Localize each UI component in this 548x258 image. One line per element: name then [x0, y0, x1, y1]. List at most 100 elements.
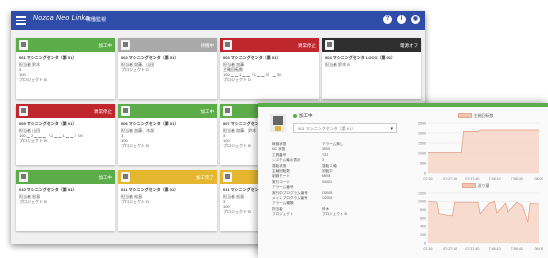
machine-name: 011 マシニングセンタ（第 01）	[121, 187, 179, 192]
feed-rate-chart: 送り量 0 200 400 600 800 1000 1200 07:16 07:27:10 07…	[408, 183, 543, 255]
machine-thumbnail-icon	[121, 172, 130, 182]
x-tick-label: 7:48:10	[489, 177, 501, 181]
machine-thumbnail-icon	[121, 106, 130, 116]
legend-label: 送り量	[477, 183, 490, 188]
info-icon[interactable]: i	[397, 15, 406, 24]
y-tick-label: 0	[424, 171, 426, 175]
y-tick-label: 1000	[418, 151, 426, 155]
machine-thumbnail-icon	[223, 40, 232, 50]
app-header: Nozca Neo Linka 稼働監視 ? i ◉	[11, 11, 425, 30]
card-detail-line: プロジェクト B	[19, 199, 47, 204]
machine-thumbnail-icon	[223, 106, 232, 116]
y-tick-label: 600	[420, 216, 426, 220]
y-tick-label: 1500	[418, 141, 426, 145]
brand-logo: Nozca Neo Linka	[33, 15, 90, 22]
card-body: 001 マシニングセンタ（第 01） 担当者 鈴木 3 100 プロジェクト B	[16, 52, 115, 85]
y-tick-label: 1200	[418, 191, 426, 195]
machine-name: 006 マシニングセンタ（第 01）	[121, 121, 179, 126]
machine-card[interactable]: 電源オフ 004 マシニングセンタ LOCO（第 01） 担当者 鈴木 B	[322, 38, 421, 99]
series-area	[428, 130, 539, 173]
card-detail-line: 担当者 鈴木 B	[325, 62, 350, 67]
x-tick-label: 08:09	[535, 177, 544, 181]
card-status-label: 加工中	[98, 43, 113, 48]
card-body: 010 マシニングセンタ（第 01） 担当者 松島 プロジェクト B	[16, 184, 115, 207]
card-status-bar: 加工中	[16, 38, 115, 52]
card-detail-line: プロジェクト B	[19, 77, 47, 82]
x-tick-label: 07:27:10	[443, 247, 457, 251]
legend-swatch	[461, 183, 476, 189]
user-icon[interactable]: ◉	[411, 15, 420, 24]
card-body: 003 マシニングセンタ（第 01） 担当者 加藤 主軸回転数 100 ▁ ▁ 1 ▁…	[220, 52, 319, 85]
legend-swatch	[457, 113, 472, 119]
card-status-bar: 加工中	[118, 104, 217, 118]
machine-name: 010 マシニングセンタ（第 01）	[19, 187, 77, 192]
card-detail-line: プロジェクト D	[223, 77, 251, 82]
card-detail-line: プロジェクト D	[121, 199, 149, 204]
status-label: 加工中	[299, 113, 313, 118]
spindle-chart-svg: 0 500 1000 1500 2000 2500 07:16 07:27:10 07:37:4…	[418, 121, 544, 181]
x-tick-label: 07:27:10	[443, 177, 457, 181]
card-status-bar: 待機中	[118, 38, 217, 52]
card-status-label: 異常停止	[298, 43, 316, 48]
y-tick-label: 400	[420, 225, 426, 229]
card-body: 011 マシニングセンタ（第 01） 担当者 松島 プロジェクト D	[118, 184, 217, 207]
machine-card[interactable]: 加工中 006 マシニングセンタ（第 01） 担当者 加藤、木部 3 100 プロジェクト…	[118, 104, 217, 165]
status-bar	[258, 103, 548, 107]
card-status-bar: 異常停止	[220, 38, 319, 52]
card-status-bar: 電源オフ	[322, 38, 421, 52]
help-icon[interactable]: ?	[383, 15, 392, 24]
card-body: 004 マシニングセンタ LOCO（第 01） 担当者 鈴木 B	[322, 52, 421, 70]
machine-select-value: 001 マシニングセンタ（第 01）	[298, 126, 356, 131]
machine-thumbnail-icon	[19, 40, 28, 50]
menu-icon[interactable]	[16, 16, 26, 25]
machine-select[interactable]: 001 マシニングセンタ（第 01） ▾	[293, 123, 397, 133]
y-tick-label: 2000	[418, 131, 426, 135]
property-value: 00001	[322, 179, 332, 184]
feed-chart-svg: 0 200 400 600 800 1000 1200 07:16 07:27:10 07:37:…	[418, 191, 544, 251]
x-tick-label: 7:58:40	[511, 177, 523, 181]
y-tick-label: 0	[424, 241, 426, 245]
machine-card[interactable]: 待機中 002 マシニングセンタ（第 01） 担当者 加藤、山田 プロジェクト D	[118, 38, 217, 99]
spindle-speed-chart: 主軸回転数 0 500 1000 1500 2000 2500 07:16 07:27:10 0…	[408, 113, 543, 185]
machine-card[interactable]: 異常停止 003 マシニングセンタ（第 01） 担当者 加藤 主軸回転数 100 ▁ ▁…	[220, 38, 319, 99]
card-status-label: 電源オフ	[400, 43, 418, 48]
y-tick-label: 500	[420, 161, 426, 165]
card-detail-line: プロジェクト B	[121, 143, 149, 148]
x-tick-label: 07:37:40	[465, 247, 479, 251]
card-status-label: 加工中	[200, 109, 215, 114]
property-key: プロジェクト	[272, 212, 294, 217]
x-tick-label: 07:16	[424, 247, 433, 251]
card-status-bar: 加工完了	[118, 170, 217, 184]
card-status-label: 待機中	[200, 43, 215, 48]
machine-name: 001 マシニングセンタ（第 01）	[19, 55, 77, 60]
card-status-bar: 異常停止	[16, 104, 115, 118]
legend-label: 主軸回転数	[473, 113, 494, 118]
machine-card[interactable]: 加工中 001 マシニングセンタ（第 01） 担当者 鈴木 3 100 プロジェクト B	[16, 38, 115, 99]
x-tick-label: 7:48:10	[489, 247, 501, 251]
machine-thumbnail-icon	[19, 172, 28, 182]
machine-name: 004 マシニングセンタ LOCO（第 01）	[325, 55, 396, 60]
machine-card[interactable]: 加工中 010 マシニングセンタ（第 01） 担当者 松島 プロジェクト B	[16, 170, 115, 231]
card-body: 006 マシニングセンタ（第 01） 担当者 加藤、木部 3 100 プロジェクト B	[118, 118, 217, 151]
machine-thumbnail-icon	[325, 40, 334, 50]
machine-card[interactable]: 異常停止 005 マシニングセンタ（第 01） 担当者 山田 100 ▁ 2 ▁ ▁ …	[16, 104, 115, 165]
x-tick-label: 08:09	[535, 247, 544, 251]
machine-name: 003 マシニングセンタ（第 01）	[223, 55, 281, 60]
property-value: プロジェクト B	[322, 212, 347, 217]
series-area	[428, 201, 539, 243]
x-tick-label: 07:37:40	[465, 177, 479, 181]
y-tick-label: 1000	[418, 200, 426, 204]
y-tick-label: 200	[420, 233, 426, 237]
x-tick-label: 07:16	[424, 177, 433, 181]
machine-name: 005 マシニングセンタ（第 01）	[19, 121, 77, 126]
machine-thumbnail-icon	[223, 172, 232, 182]
machine-name: 002 マシニングセンタ（第 01）	[121, 55, 179, 60]
y-tick-label: 2500	[418, 121, 426, 125]
machine-card[interactable]: 加工完了 011 マシニングセンタ（第 01） 担当者 松島 プロジェクト D	[118, 170, 217, 231]
card-body: 002 マシニングセンタ（第 01） 担当者 加藤、山田 プロジェクト D	[118, 52, 217, 75]
chevron-down-icon: ▾	[390, 126, 393, 132]
machine-thumbnail-icon	[19, 106, 28, 116]
card-body: 005 マシニングセンタ（第 01） 担当者 山田 100 ▁ 2 ▁ ▁ ▁ （1…	[16, 118, 115, 146]
property-value: O2001	[322, 196, 333, 200]
x-tick-label: 7:58:40	[511, 247, 523, 251]
